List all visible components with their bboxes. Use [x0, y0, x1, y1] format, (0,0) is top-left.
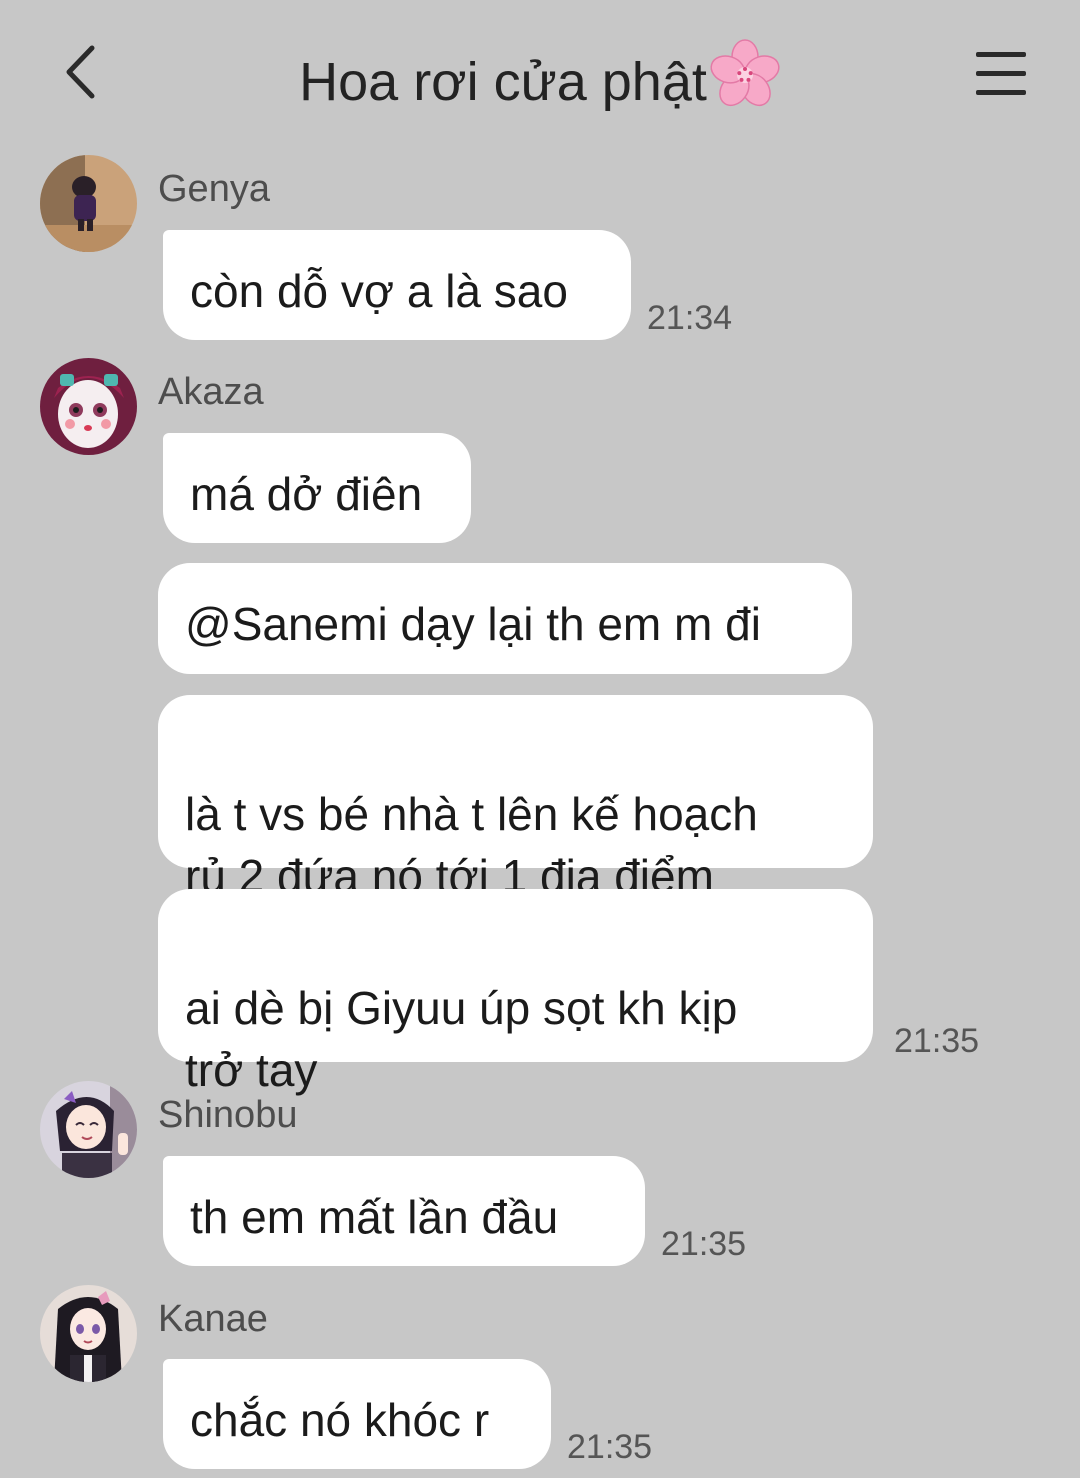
message-text: má dở điên — [190, 468, 423, 520]
message-bubble[interactable]: chắc nó khóc r — [163, 1359, 551, 1469]
message-bubble[interactable]: ai dè bị Giyuu úp sọt kh kịp trở tay — [158, 889, 873, 1096]
message-text: là t vs bé nhà t lên kế hoạch rủ 2 đứa n… — [185, 788, 758, 902]
message-bubble[interactable]: th em mất lần đầu — [163, 1156, 645, 1266]
chat-header: Hoa rơi cửa phật — [0, 0, 1080, 150]
message-time: 21:35 — [567, 1428, 653, 1466]
avatar-genya[interactable] — [40, 155, 137, 252]
chat-title-container: Hoa rơi cửa phật — [0, 38, 1080, 128]
message-text: còn dỗ vợ a là sao — [190, 265, 568, 317]
message-text: ai dè bị Giyuu úp sọt kh kịp trở tay — [185, 982, 738, 1096]
hamburger-menu-icon — [976, 52, 1026, 95]
message-bubble[interactable]: má dở điên — [163, 433, 471, 543]
avatar-shinobu[interactable] — [40, 1081, 137, 1178]
message-text: chắc nó khóc r — [190, 1394, 490, 1446]
message-bubble[interactable]: còn dỗ vợ a là sao — [163, 230, 631, 340]
sender-name: Shinobu — [158, 1094, 298, 1136]
sender-name: Genya — [158, 168, 270, 210]
menu-button[interactable] — [968, 46, 1034, 102]
message-time: 21:35 — [894, 1022, 980, 1060]
message-bubble[interactable]: @Sanemi dạy lại th em m đi — [158, 563, 852, 674]
avatar-kanae[interactable] — [40, 1285, 137, 1382]
sender-name: Kanae — [158, 1298, 268, 1340]
message-text: th em mất lần đầu — [190, 1191, 559, 1243]
sender-name: Akaza — [158, 371, 264, 413]
chat-title: Hoa rơi cửa phật — [299, 52, 707, 112]
message-bubble[interactable]: là t vs bé nhà t lên kế hoạch rủ 2 đứa n… — [158, 695, 873, 902]
avatar-akaza[interactable] — [40, 358, 137, 455]
message-time: 21:35 — [661, 1225, 747, 1263]
message-text: @Sanemi dạy lại th em m đi — [185, 598, 761, 650]
message-time: 21:34 — [647, 299, 733, 337]
cherry-blossom-icon — [709, 38, 781, 128]
